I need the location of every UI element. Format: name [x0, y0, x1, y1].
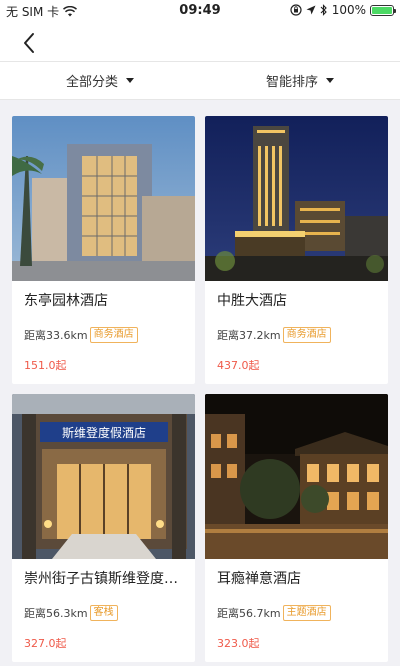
hotel-distance: 距离37.2km: [217, 329, 281, 342]
hotel-price: 151.0起: [24, 359, 67, 372]
hotel-photo: [205, 394, 388, 559]
hotel-distance: 距离56.3km: [24, 607, 88, 620]
category-filter-label: 全部分类: [65, 75, 118, 90]
hotel-type-tag: 主题酒店: [282, 605, 331, 621]
sort-filter[interactable]: 智能排序: [200, 62, 400, 99]
hotel-price: 323.0起: [217, 637, 260, 650]
hotel-name: 东亭园林酒店: [24, 293, 108, 309]
hotel-sign-text: 斯维登度假酒店: [62, 425, 146, 440]
hotel-meta: 距离56.3km 客栈: [24, 605, 118, 621]
hotel-price: 327.0起: [24, 637, 67, 650]
hotel-meta: 距离56.7km 主题酒店: [217, 605, 331, 621]
battery-percent: 100%: [331, 3, 366, 17]
hotel-photo: [205, 116, 388, 281]
hotel-name: 耳瘾禅意酒店: [217, 571, 301, 587]
hotel-photo: [12, 116, 195, 281]
nav-bar: [0, 22, 400, 62]
status-right: 100%: [290, 3, 396, 17]
hotel-meta: 距离37.2km 商务酒店: [217, 327, 331, 343]
hotel-type-tag: 商务酒店: [282, 327, 331, 343]
hotel-card[interactable]: 耳瘾禅意酒店 距离56.7km 主题酒店 323.0起: [205, 394, 388, 662]
filter-bar: 全部分类 智能排序: [0, 62, 400, 100]
status-bar: 无 SIM 卡 09:49 100%: [0, 0, 400, 22]
caret-down-icon: [126, 78, 134, 83]
hotel-photo: 斯维登度假酒店: [12, 394, 195, 559]
hotel-price: 437.0起: [217, 359, 260, 372]
hotel-distance: 距离33.6km: [24, 329, 88, 342]
hotel-card[interactable]: 东亭园林酒店 距离33.6km 商务酒店 151.0起: [12, 116, 195, 384]
hotel-meta: 距离33.6km 商务酒店: [24, 327, 138, 343]
battery-fill: [372, 6, 392, 14]
back-button[interactable]: [14, 28, 44, 58]
sort-filter-label: 智能排序: [265, 75, 318, 90]
category-filter[interactable]: 全部分类: [0, 62, 200, 99]
orientation-lock-icon: [290, 4, 302, 16]
hotel-card[interactable]: 中胜大酒店 距离37.2km 商务酒店 437.0起: [205, 116, 388, 384]
hotel-type-tag: 商务酒店: [89, 327, 138, 343]
bluetooth-icon: [320, 4, 327, 16]
caret-down-icon: [326, 78, 334, 83]
battery-icon: [370, 4, 396, 16]
hotel-name: 崇州街子古镇斯维登度假酒店: [24, 571, 184, 587]
hotel-card[interactable]: 斯维登度假酒店 崇州街子古镇斯维登度假酒店 距离56.3km 客栈 327.0起: [12, 394, 195, 662]
hotel-distance: 距离56.7km: [217, 607, 281, 620]
hotel-name: 中胜大酒店: [217, 293, 287, 309]
hotel-type-tag: 客栈: [89, 605, 118, 621]
location-arrow-icon: [306, 5, 316, 15]
chevron-left-icon: [24, 33, 34, 53]
